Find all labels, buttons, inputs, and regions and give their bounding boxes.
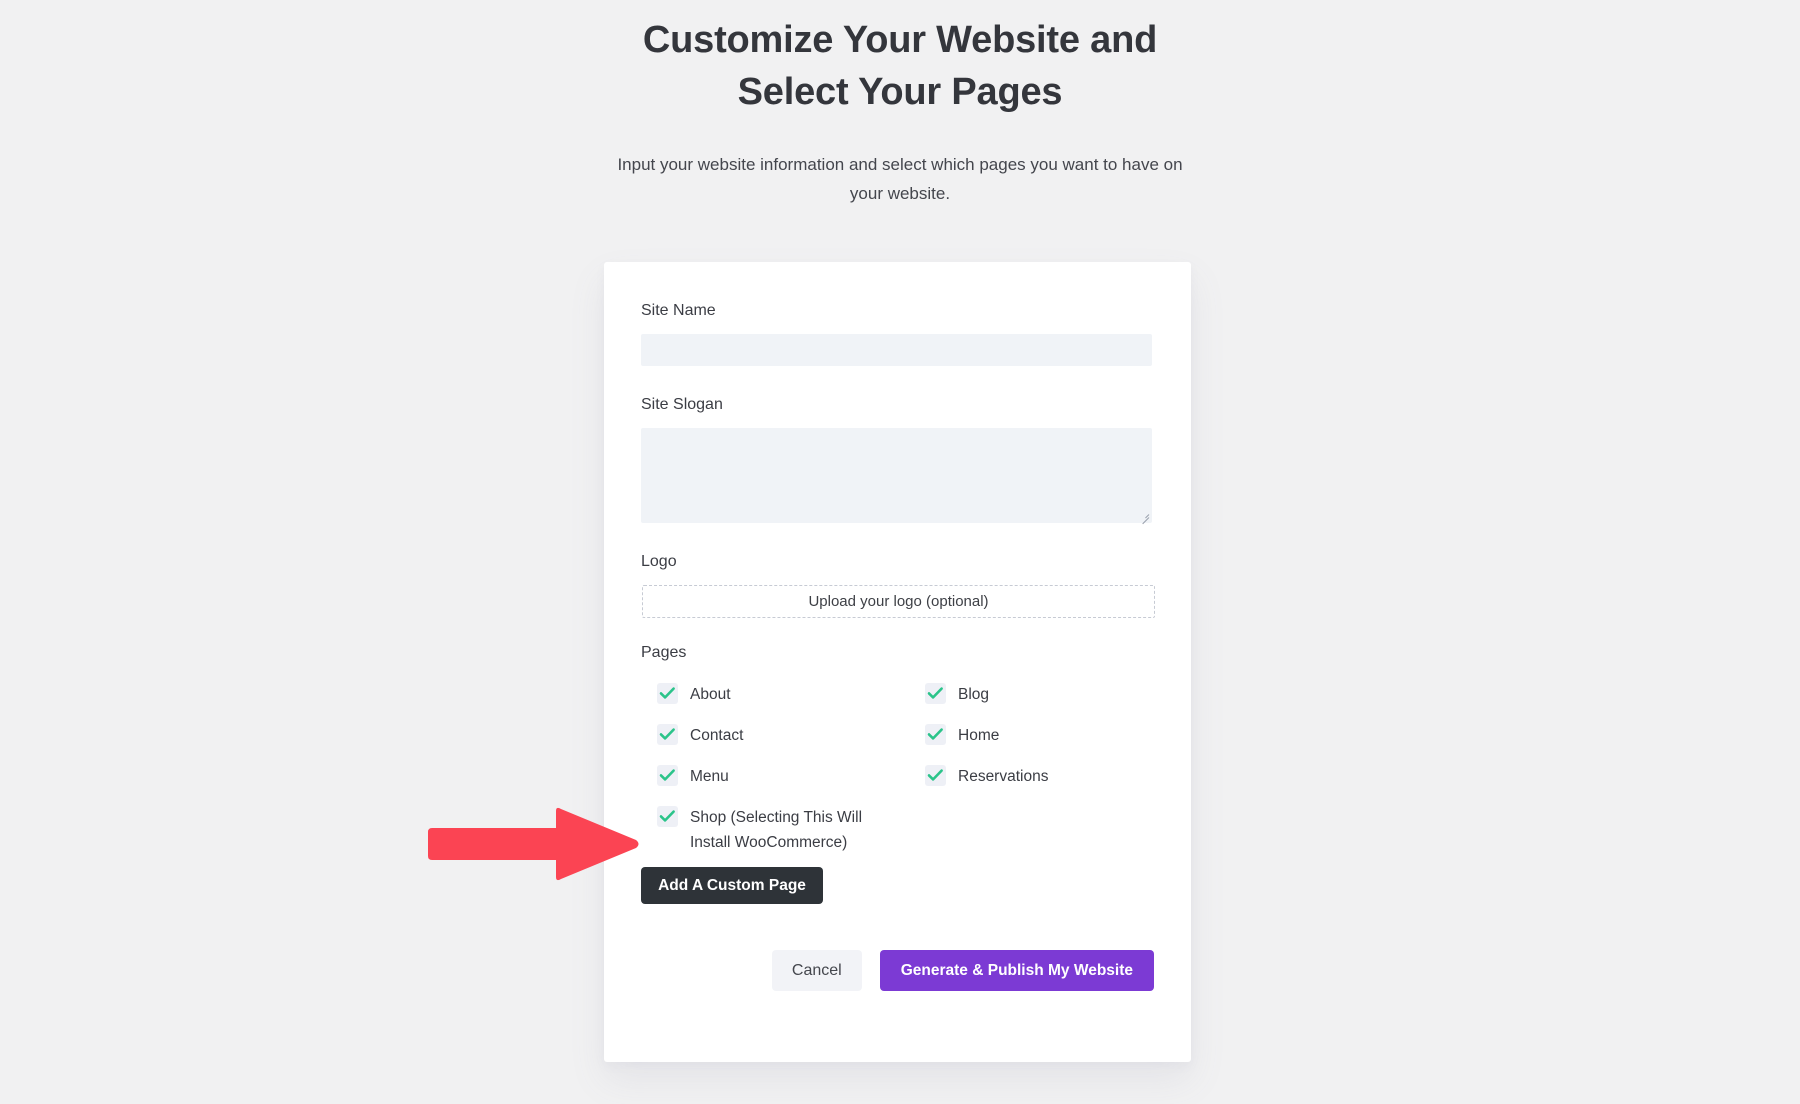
page-option-label: Reservations	[958, 768, 1049, 785]
checkbox-checked-icon[interactable]	[657, 806, 678, 827]
page-option-label: Menu	[690, 768, 729, 785]
page-option-menu[interactable]: Menu	[657, 762, 925, 803]
logo-upload-dropzone[interactable]: Upload your logo (optional)	[642, 585, 1155, 618]
site-slogan-field-group: Site Slogan	[641, 394, 1154, 525]
add-custom-page-button[interactable]: Add A Custom Page	[641, 867, 823, 904]
generate-publish-button[interactable]: Generate & Publish My Website	[879, 950, 1154, 991]
customize-form-card: Site Name Site Slogan Logo Upload your l…	[604, 262, 1191, 1062]
page-option-about[interactable]: About	[657, 680, 925, 721]
pages-label: Pages	[641, 644, 687, 661]
pages-field-group: Pages About Blog Contact Home Menu Reser…	[641, 642, 1154, 904]
page-option-reservations[interactable]: Reservations	[925, 762, 1154, 803]
form-body: Site Name Site Slogan Logo Upload your l…	[641, 300, 1155, 991]
form-actions: Cancel Generate & Publish My Website	[641, 950, 1154, 991]
site-name-field-group: Site Name	[641, 300, 1154, 366]
checkbox-checked-icon[interactable]	[657, 765, 678, 786]
page-option-label: Shop (Selecting This Will Install WooCom…	[690, 809, 863, 851]
page-title: Customize Your Website and Select Your P…	[642, 19, 1158, 113]
site-name-label: Site Name	[641, 302, 716, 319]
page-option-contact[interactable]: Contact	[657, 721, 925, 762]
checkbox-checked-icon[interactable]	[925, 724, 946, 745]
pages-checkbox-grid: About Blog Contact Home Menu Reservation…	[641, 680, 1154, 855]
logo-upload-label: Upload your logo (optional)	[808, 593, 989, 610]
checkbox-checked-icon[interactable]	[925, 765, 946, 786]
cancel-button[interactable]: Cancel	[771, 950, 862, 991]
page-option-blog[interactable]: Blog	[925, 680, 1154, 721]
page-option-shop[interactable]: Shop (Selecting This Will Install WooCom…	[657, 803, 925, 855]
logo-label: Logo	[641, 553, 677, 570]
checkbox-checked-icon[interactable]	[657, 724, 678, 745]
site-slogan-textarea[interactable]	[641, 428, 1152, 523]
checkbox-checked-icon[interactable]	[657, 683, 678, 704]
grid-filler	[925, 803, 1154, 855]
logo-field-group: Logo Upload your logo (optional)	[641, 551, 1155, 618]
site-slogan-label: Site Slogan	[641, 396, 723, 413]
page-subtitle: Input your website information and selec…	[617, 155, 1183, 203]
site-name-input[interactable]	[641, 334, 1152, 366]
checkbox-checked-icon[interactable]	[925, 683, 946, 704]
page-option-label: Home	[958, 727, 1000, 744]
page-option-home[interactable]: Home	[925, 721, 1154, 762]
page-option-label: About	[690, 686, 731, 703]
page-option-label: Blog	[958, 686, 990, 703]
customize-website-screen: Customize Your Website and Select Your P…	[0, 0, 1800, 1104]
page-option-label: Contact	[690, 727, 744, 744]
page-header: Customize Your Website and Select Your P…	[0, 14, 1800, 208]
